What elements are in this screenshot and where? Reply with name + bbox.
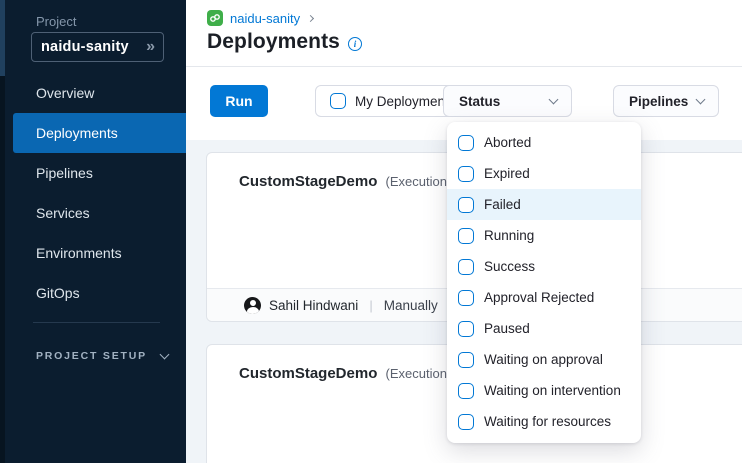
checkbox-icon[interactable] (458, 259, 474, 275)
status-option-label: Running (484, 228, 534, 243)
breadcrumb: naidu-sanity (207, 10, 313, 26)
checkbox-icon[interactable] (458, 321, 474, 337)
sidebar-item-environments[interactable]: Environments (13, 233, 186, 273)
info-icon[interactable]: i (348, 37, 362, 51)
project-label: Project (36, 14, 76, 29)
sidebar-item-label: Services (36, 205, 90, 221)
triggered-by-user[interactable]: Sahil Hindwani (269, 298, 358, 313)
sidebar-item-label: Pipelines (36, 165, 93, 181)
chevron-down-icon (696, 95, 706, 105)
status-dropdown-menu: Aborted Expired Failed Running Success A… (447, 122, 641, 443)
status-option-label: Paused (484, 321, 530, 336)
status-option-running[interactable]: Running (447, 220, 641, 251)
pipelines-filter-dropdown[interactable]: Pipelines (613, 85, 719, 117)
project-setup-toggle[interactable]: PROJECT SETUP (36, 350, 168, 362)
status-option-label: Waiting on intervention (484, 383, 621, 398)
checkbox-icon[interactable] (458, 197, 474, 213)
checkbox-icon[interactable] (458, 383, 474, 399)
double-chevron-right-icon[interactable]: » (146, 39, 155, 55)
status-filter-label: Status (459, 94, 500, 109)
checkbox-icon[interactable] (330, 93, 346, 109)
status-option-label: Failed (484, 197, 521, 212)
chevron-right-icon (307, 15, 314, 22)
pipeline-name[interactable]: CustomStageDemo (239, 365, 377, 382)
status-option-label: Waiting on approval (484, 352, 603, 367)
status-option-waiting-on-approval[interactable]: Waiting on approval (447, 344, 641, 375)
status-option-approval-rejected[interactable]: Approval Rejected (447, 282, 641, 313)
sidebar-item-deployments[interactable]: Deployments (13, 113, 186, 153)
my-deployments-label: My Deployments (355, 94, 456, 109)
sidebar-nav: Overview Deployments Pipelines Services … (5, 73, 186, 313)
chevron-down-icon (159, 350, 169, 360)
sidebar: Project naidu-sanity » Overview Deployme… (0, 0, 186, 463)
status-option-failed[interactable]: Failed (447, 189, 641, 220)
sidebar-item-gitops[interactable]: GitOps (13, 273, 186, 313)
status-option-aborted[interactable]: Aborted (447, 127, 641, 158)
status-option-waiting-for-resources[interactable]: Waiting for resources (447, 406, 641, 437)
sidebar-item-label: GitOps (36, 285, 80, 301)
run-button[interactable]: Run (210, 85, 268, 117)
project-selector-value: naidu-sanity (41, 39, 146, 55)
status-filter-dropdown[interactable]: Status (443, 85, 572, 117)
sidebar-item-overview[interactable]: Overview (13, 73, 186, 113)
module-rail-indicator (0, 0, 5, 76)
checkbox-icon[interactable] (458, 166, 474, 182)
trigger-type: Manually (384, 298, 438, 313)
pipeline-name[interactable]: CustomStageDemo (239, 173, 377, 190)
checkbox-icon[interactable] (458, 290, 474, 306)
checkbox-icon[interactable] (458, 414, 474, 430)
pipelines-filter-label: Pipelines (629, 94, 688, 109)
checkbox-icon[interactable] (458, 352, 474, 368)
page-header: naidu-sanity Deployments i (186, 0, 742, 67)
checkbox-icon[interactable] (458, 228, 474, 244)
sidebar-item-pipelines[interactable]: Pipelines (13, 153, 186, 193)
checkbox-icon[interactable] (458, 135, 474, 151)
page-title: Deployments (207, 30, 340, 54)
status-option-label: Waiting for resources (484, 414, 611, 429)
status-option-paused[interactable]: Paused (447, 313, 641, 344)
footer-divider: | (369, 298, 372, 313)
status-option-success[interactable]: Success (447, 251, 641, 282)
sidebar-item-label: Deployments (36, 125, 118, 141)
user-avatar-icon (244, 297, 261, 314)
project-setup-label: PROJECT SETUP (36, 350, 147, 362)
sidebar-item-label: Environments (36, 245, 122, 261)
app-window: Project naidu-sanity » Overview Deployme… (0, 0, 742, 463)
status-option-label: Success (484, 259, 535, 274)
cd-module-icon (207, 10, 223, 26)
status-option-label: Aborted (484, 135, 531, 150)
status-option-label: Expired (484, 166, 530, 181)
sidebar-item-services[interactable]: Services (13, 193, 186, 233)
status-option-label: Approval Rejected (484, 290, 594, 305)
chevron-down-icon (549, 95, 559, 105)
status-option-waiting-on-intervention[interactable]: Waiting on intervention (447, 375, 641, 406)
status-option-expired[interactable]: Expired (447, 158, 641, 189)
breadcrumb-project-link[interactable]: naidu-sanity (230, 11, 300, 26)
project-selector[interactable]: naidu-sanity » (31, 32, 164, 62)
sidebar-item-label: Overview (36, 85, 94, 101)
sidebar-divider (33, 322, 160, 323)
